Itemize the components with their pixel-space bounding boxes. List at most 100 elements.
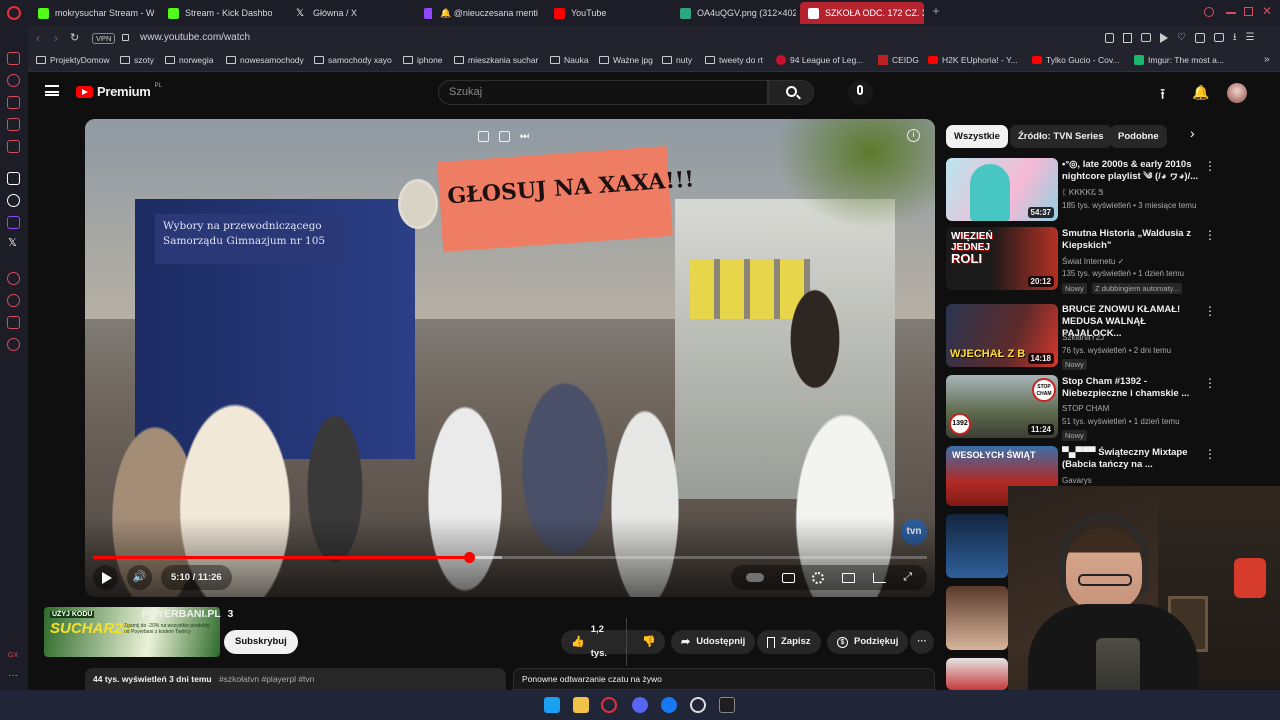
music-icon[interactable] — [7, 140, 20, 153]
play-button[interactable] — [93, 565, 118, 590]
opera-logo-icon[interactable] — [7, 6, 21, 20]
channel-name[interactable]: Gavarys — [1062, 476, 1092, 485]
video-thumbnail[interactable] — [946, 586, 1008, 650]
video-title[interactable]: •°◎, late 2000s & early 2010s nightcore … — [1062, 159, 1202, 183]
video-thumbnail[interactable]: 1392 STOP CHAM 11:24 — [946, 375, 1058, 438]
more-options-icon[interactable]: ⋮ — [1204, 160, 1216, 172]
search-tabs-icon[interactable] — [1204, 7, 1214, 17]
bookmark-nowesamochody[interactable]: nowesamochody — [226, 55, 304, 65]
search-button[interactable] — [768, 80, 814, 105]
tab-szkola[interactable]: SZKOŁA ODC. 172 CZ. 3 — [800, 2, 924, 24]
bookmark-imgur[interactable]: Imgur: The most a... — [1134, 55, 1224, 65]
subtitles-icon[interactable] — [781, 572, 795, 583]
video-thumbnail[interactable]: WIĘZIEŃ JEDNEJ ROLI 20:12 — [946, 227, 1058, 290]
discord-icon[interactable] — [632, 697, 648, 713]
settings-gear-icon[interactable] — [812, 571, 825, 584]
menu-icon[interactable]: ☰ — [1245, 33, 1254, 45]
facebook-icon[interactable] — [661, 697, 677, 713]
ai-icon[interactable] — [7, 74, 20, 87]
like-button[interactable]: 👍 1,2 tys. — [561, 618, 628, 666]
tab-x-home[interactable]: 𝕏 Główna / X — [288, 2, 412, 24]
video-thumbnail[interactable]: 54:37 — [946, 158, 1058, 221]
search-input[interactable]: Szukaj — [438, 80, 768, 105]
save-button[interactable]: Zapisz — [757, 630, 821, 654]
avatar[interactable] — [1227, 83, 1247, 103]
notifications-icon[interactable]: 🔔 — [1192, 84, 1209, 101]
more-icon[interactable]: ··· — [8, 670, 18, 681]
pin-icon[interactable] — [1105, 33, 1114, 43]
url-field[interactable]: www.youtube.com/watch — [140, 32, 250, 43]
snapshot-icon[interactable] — [1123, 33, 1132, 43]
reload-icon[interactable]: ↻ — [70, 31, 79, 44]
tab-image[interactable]: OA4uQGV.png (312×402) — [672, 2, 796, 24]
windows-start-icon[interactable] — [544, 697, 560, 713]
tab-kick-dashboard[interactable]: Stream - Kick Dashbo — [160, 2, 284, 24]
youtube-logo[interactable]: Premium PL — [76, 83, 162, 99]
autoplay-toggle[interactable] — [745, 573, 764, 582]
chip-all[interactable]: Wszystkie — [946, 125, 1008, 148]
video-title[interactable]: ▀▄▀▀▀ Świąteczny Mixtape (Babcia tańczy … — [1062, 447, 1202, 471]
download-icon[interactable]: ⭳ — [1233, 33, 1237, 45]
file-explorer-icon[interactable] — [573, 697, 589, 713]
dislike-button[interactable]: 👎 — [633, 630, 665, 655]
bag-icon[interactable] — [7, 96, 20, 109]
upload-icon[interactable]: ⭱ — [1160, 84, 1165, 109]
channel-name[interactable]: SzklanaY2J — [1062, 333, 1104, 342]
bookmark-szoty[interactable]: szoty — [120, 55, 154, 65]
minimize-icon[interactable] — [1226, 12, 1236, 14]
video-title[interactable]: Smutna Historia „Waldusia z Kiepskich" — [1062, 228, 1202, 252]
forward-icon[interactable]: › — [54, 31, 58, 45]
progress-bar[interactable] — [93, 552, 927, 563]
history-icon[interactable] — [7, 294, 20, 307]
share-player-icon[interactable] — [499, 131, 510, 142]
camera-icon[interactable] — [1141, 33, 1151, 42]
vpn-badge[interactable]: VPN — [92, 33, 116, 44]
hamburger-menu-icon[interactable] — [45, 85, 59, 96]
video-thumbnail[interactable] — [946, 514, 1008, 578]
chips-next-icon[interactable]: › — [1190, 125, 1195, 141]
bookmark-projektydomow[interactable]: ProjektyDomow — [36, 55, 110, 65]
miniplayer-icon[interactable] — [841, 572, 855, 583]
x-logo-icon[interactable]: 𝕏 — [8, 236, 17, 249]
video-thumbnail[interactable] — [946, 658, 1008, 690]
video-player[interactable]: Wybory na przewodniczącego Samorządu Gim… — [85, 119, 935, 597]
settings-icon[interactable] — [7, 338, 20, 351]
channel-name[interactable]: POYERBANI.PL 3 — [142, 608, 233, 620]
voice-search-button[interactable] — [848, 80, 873, 105]
home-icon[interactable] — [7, 52, 20, 65]
volume-button[interactable]: 🔊 — [127, 565, 152, 590]
bookmark-nuty[interactable]: nuty — [662, 55, 692, 65]
bookmark-nauka[interactable]: Nauka — [550, 55, 589, 65]
bookmark-ceidg[interactable]: CEIDG — [878, 55, 919, 65]
channel-name[interactable]: STOP CHAM — [1062, 404, 1109, 413]
chat-replay-box[interactable]: Ponowne odtwarzanie czatu na żywo — [513, 668, 935, 690]
player-icon[interactable] — [7, 272, 20, 285]
fullscreen-icon[interactable]: ⤢ — [903, 571, 912, 584]
terminal-icon[interactable] — [719, 697, 735, 713]
more-options-icon[interactable]: ⋮ — [1204, 448, 1216, 460]
video-thumbnail[interactable]: WJECHAŁ Z B 14:18 — [946, 304, 1058, 367]
extensions-icon[interactable] — [1194, 33, 1205, 43]
more-options-icon[interactable]: ⋮ — [1204, 229, 1216, 241]
back-icon[interactable]: ‹ — [36, 31, 40, 45]
messenger-icon[interactable] — [7, 118, 20, 131]
bookmark-h2k[interactable]: H2K EUphoria! - Y... — [928, 55, 1018, 65]
next-icon[interactable]: ⏭ — [520, 131, 529, 142]
bookmark-tylko-gucio[interactable]: Tylko Gucio - Cov... — [1032, 55, 1120, 65]
sidebar-app-icon[interactable] — [7, 172, 20, 185]
tab-mokrysuchar[interactable]: mokrysuchar Stream - W — [30, 2, 154, 24]
tab-twitch-mention[interactable]: 🔔 @nieuczesana menti — [432, 2, 550, 24]
bookmark-iphone[interactable]: iphone — [403, 55, 443, 65]
bookmark-league[interactable]: 94 League of Leg... — [776, 55, 863, 65]
new-tab-button[interactable]: + — [930, 5, 942, 17]
tab-youtube[interactable]: YouTube — [546, 2, 670, 24]
video-title[interactable]: Stop Cham #1392 - Niebezpieczne i chamsk… — [1062, 376, 1202, 400]
maximize-icon[interactable] — [1244, 7, 1253, 16]
opera-gx-icon[interactable] — [601, 697, 617, 713]
thanks-button[interactable]: $ Podziękuj — [827, 630, 909, 654]
share-button[interactable]: ➦ Udostępnij — [671, 630, 756, 654]
chip-related[interactable]: Podobne — [1110, 125, 1167, 148]
wallet-icon[interactable] — [1213, 33, 1224, 42]
chip-source-tvn[interactable]: Źródło: TVN Series — [1010, 125, 1112, 148]
close-window-icon[interactable]: ✕ — [1262, 4, 1272, 18]
